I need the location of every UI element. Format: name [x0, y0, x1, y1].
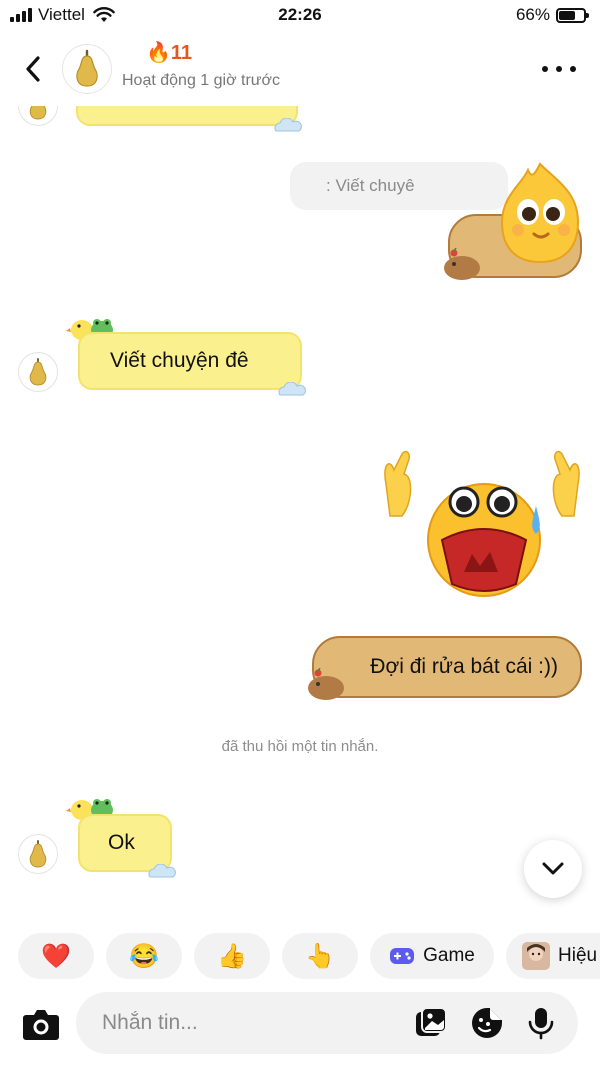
more-dots-icon	[542, 66, 548, 72]
pear-avatar-icon	[29, 840, 47, 868]
sticker-icon[interactable]	[470, 1006, 504, 1040]
capybara-icon	[308, 668, 344, 700]
message-text: Đợi đi rửa bát cái :))	[370, 655, 558, 678]
back-arrow-icon	[26, 56, 40, 82]
battery-percent: 66%	[515, 5, 550, 24]
effects-button[interactable]: Hiệu	[506, 933, 600, 979]
game-label: Game	[423, 945, 475, 966]
message-text: Viết chuyện đê	[110, 349, 249, 372]
pear-avatar-icon	[29, 358, 47, 386]
partial-message-bubble[interactable]	[76, 106, 302, 132]
image-icon[interactable]	[414, 1006, 448, 1040]
thumbs-up-reaction-button[interactable]: 👍	[194, 933, 270, 979]
cloud-decoration-icon	[274, 118, 302, 132]
more-options-button[interactable]	[542, 60, 576, 78]
battery-icon	[556, 7, 589, 23]
outgoing-message-bubble[interactable]: Đợi đi rửa bát cái :))	[308, 636, 582, 700]
message-list[interactable]: : Viết chuyê Wh Viết chuyện đê Đợi đi r	[0, 106, 600, 918]
message-composer	[0, 990, 600, 1058]
incoming-message-bubble[interactable]: Ok	[78, 814, 176, 878]
camera-icon[interactable]	[22, 1006, 60, 1042]
game-button[interactable]: Game	[370, 933, 494, 979]
message-input[interactable]	[102, 992, 402, 1054]
sender-avatar[interactable]	[18, 352, 58, 392]
back-button[interactable]	[16, 52, 50, 86]
chat-header: 🔥11 Hoạt động 1 giờ trước	[0, 34, 600, 106]
reply-preview[interactable]: : Viết chuyê	[290, 162, 508, 210]
heart-reaction-button[interactable]: ❤️	[18, 933, 94, 979]
chevron-down-icon	[542, 862, 564, 875]
status-bar: Viettel 22:26 66%	[0, 0, 600, 34]
pear-avatar-icon	[76, 49, 98, 87]
capybara-icon	[444, 248, 480, 280]
recalled-message-note: đã thu hồi một tin nhắn.	[221, 738, 379, 755]
effects-label: Hiệu	[558, 945, 598, 966]
cheering-sticker-icon	[500, 162, 580, 264]
cloud-decoration-icon	[148, 864, 176, 878]
cloud-decoration-icon	[278, 382, 306, 396]
activity-status: Hoạt động 1 giờ trước	[122, 72, 280, 89]
message-input-container	[76, 992, 578, 1054]
crying-face-sticker-icon[interactable]	[380, 444, 584, 604]
microphone-icon[interactable]	[524, 1006, 558, 1040]
point-reaction-button[interactable]: 👆	[282, 933, 358, 979]
laugh-reaction-button[interactable]: 😂	[106, 933, 182, 979]
quick-reaction-bar: ❤️ 😂 👍 👆 Game Hiệu	[18, 933, 600, 979]
incoming-message-bubble[interactable]: Viết chuyện đê	[78, 332, 306, 396]
sender-avatar[interactable]	[18, 834, 58, 874]
scroll-to-bottom-button[interactable]	[524, 840, 582, 898]
effects-thumbnail-icon	[522, 942, 550, 970]
game-controller-icon	[390, 948, 415, 964]
status-time: 22:26	[278, 5, 322, 24]
message-text: Ok	[108, 831, 135, 854]
contact-name[interactable]: 🔥11	[146, 40, 192, 65]
contact-avatar[interactable]	[62, 44, 112, 94]
status-right: 66%	[515, 5, 589, 25]
pear-avatar-icon	[29, 106, 47, 120]
reply-preview-text: : Viết chuyê	[326, 176, 415, 195]
sender-avatar[interactable]	[18, 106, 58, 126]
